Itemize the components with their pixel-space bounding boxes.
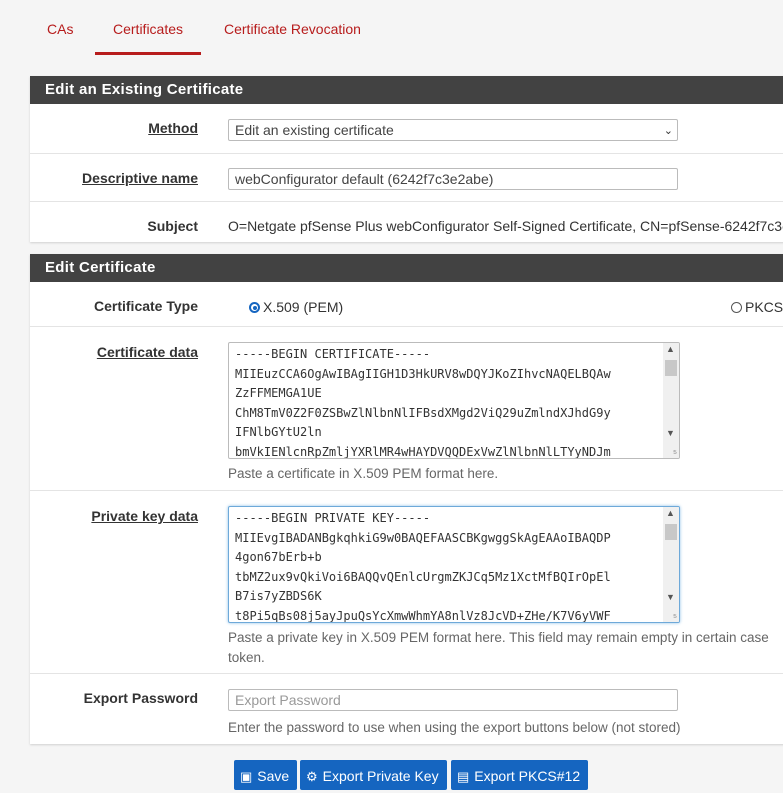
scroll-down-icon[interactable]: ▼ <box>666 592 675 602</box>
method-label: Method <box>148 120 198 136</box>
private-key-data-lines: -----BEGIN PRIVATE KEY----- MIIEvgIBADANB… <box>235 511 611 623</box>
radio-x509-pem-label: X.509 (PEM) <box>263 299 344 315</box>
descriptive-name-row: Descriptive name webConfigurator default… <box>30 153 783 202</box>
private-key-data-help-continued: token. <box>228 650 265 665</box>
edit-existing-certificate-panel: Edit an Existing Certificate Method Edit… <box>30 76 783 242</box>
save-button[interactable]: ▣ Save <box>234 760 298 790</box>
method-select[interactable]: Edit an existing certificate ⌄ <box>228 119 678 141</box>
edit-certificate-panel: Edit Certificate Certificate Type X.509 … <box>30 254 783 744</box>
subject-value: O=Netgate pfSense Plus webConfigurator S… <box>228 218 783 234</box>
method-select-value: Edit an existing certificate <box>235 122 394 138</box>
tab-certificate-revocation[interactable]: Certificate Revocation <box>224 0 361 52</box>
panel-heading: Edit an Existing Certificate <box>30 76 783 104</box>
scroll-up-icon[interactable]: ▲ <box>666 508 675 518</box>
resize-grip-icon[interactable]: ₅ <box>673 609 677 620</box>
radio-selected-icon <box>249 302 260 313</box>
scroll-thumb[interactable] <box>665 360 677 376</box>
radio-pkcs-label: PKCS <box>745 299 783 315</box>
subject-row: Subject O=Netgate pfSense Plus webConfig… <box>30 201 783 243</box>
save-icon: ▣ <box>240 769 253 784</box>
radio-unselected-icon <box>731 302 742 313</box>
textarea-scrollbar[interactable]: ▲ ▼ <box>663 343 679 458</box>
chevron-down-icon: ⌄ <box>663 125 673 137</box>
export-pkcs12-button[interactable]: ▤ Export PKCS#12 <box>451 760 589 790</box>
key-icon: ⚙ <box>306 769 318 784</box>
private-key-data-help: Paste a private key in X.509 PEM format … <box>228 630 769 645</box>
resize-grip-icon[interactable]: ₅ <box>673 445 677 456</box>
certificate-data-lines: -----BEGIN CERTIFICATE----- MIIEuzCCA6OgA… <box>235 347 611 459</box>
scroll-up-icon[interactable]: ▲ <box>666 344 675 354</box>
private-key-data-textarea[interactable]: -----BEGIN PRIVATE KEY----- MIIEvgIBADANB… <box>228 506 680 623</box>
private-key-data-row: Private key data -----BEGIN PRIVATE KEY-… <box>30 490 783 674</box>
export-private-key-button[interactable]: ⚙ Export Private Key <box>300 760 447 790</box>
export-password-input[interactable]: Export Password <box>228 689 678 711</box>
radio-pkcs[interactable]: PKCS <box>731 299 783 315</box>
textarea-scrollbar[interactable]: ▲ ▼ <box>663 507 679 622</box>
tab-certificates[interactable]: Certificates <box>95 0 202 55</box>
certificate-data-label: Certificate data <box>96 344 198 360</box>
export-password-help: Enter the password to use when using the… <box>228 720 681 735</box>
certificate-data-help: Paste a certificate in X.509 PEM format … <box>228 466 499 481</box>
radio-x509-pem[interactable]: X.509 (PEM) <box>249 299 343 315</box>
private-key-data-label: Private key data <box>91 508 198 524</box>
export-password-row: Export Password Export Password Enter th… <box>30 673 783 745</box>
certificate-data-row: Certificate data -----BEGIN CERTIFICATE-… <box>30 326 783 491</box>
save-button-label: Save <box>257 768 290 784</box>
descriptive-name-label: Descriptive name <box>82 170 198 186</box>
tab-cas[interactable]: CAs <box>47 0 73 52</box>
panel-heading: Edit Certificate <box>30 254 783 282</box>
descriptive-name-input[interactable]: webConfigurator default (6242f7c3e2abe) <box>228 168 678 190</box>
export-password-label: Export Password <box>83 690 198 706</box>
certificate-type-label: Certificate Type <box>94 298 198 314</box>
scroll-thumb[interactable] <box>665 524 677 540</box>
certificate-data-textarea[interactable]: -----BEGIN CERTIFICATE----- MIIEuzCCA6OgA… <box>228 342 680 459</box>
tab-bar: CAs Certificates Certificate Revocation <box>30 0 783 56</box>
subject-label: Subject <box>147 218 198 234</box>
scroll-down-icon[interactable]: ▼ <box>666 428 675 438</box>
certificate-type-row: Certificate Type X.509 (PEM) PKCS <box>30 282 783 326</box>
export-pkcs12-label: Export PKCS#12 <box>474 768 581 784</box>
archive-icon: ▤ <box>457 769 470 784</box>
export-private-key-label: Export Private Key <box>322 768 439 784</box>
method-row: Method Edit an existing certificate ⌄ <box>30 104 783 153</box>
